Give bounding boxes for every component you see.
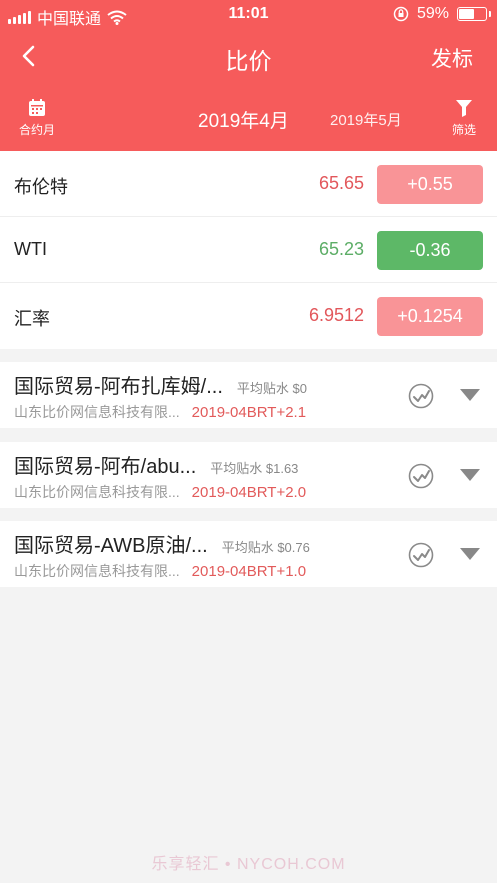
month-tabs: 合约月 2019年4月 2019年5月 筛选 — [0, 98, 497, 144]
price-formula: 2019-04BRT+2.0 — [191, 484, 307, 501]
filter-icon — [456, 100, 472, 117]
quote-price: 65.23 — [318, 239, 364, 259]
quote-name: 汇率 — [14, 309, 50, 329]
tab-next-month[interactable]: 2019年5月 — [330, 109, 402, 130]
listing-title: 国际贸易-阿布扎库姆/... — [14, 376, 223, 398]
average-premium: 平均贴水 $0 — [236, 381, 307, 396]
listing-card[interactable]: 国际贸易-AWB原油/... 平均贴水 $0.76 山东比价网信息科技有限...… — [0, 521, 497, 587]
header: 中国联通 11:01 59% 比价 发标 合约月 2019年4月 2019年5月… — [0, 0, 497, 151]
contract-month-button[interactable]: 合约月 — [12, 98, 62, 138]
watermark: 乐享轻汇 • NYCOH.COM — [151, 856, 346, 873]
average-premium: 平均贴水 $1.63 — [210, 461, 299, 476]
battery-icon — [457, 7, 491, 21]
listing-title: 国际贸易-阿布/abu... — [14, 456, 197, 478]
trend-check-icon[interactable] — [408, 542, 434, 568]
quote-change-badge: +0.55 — [377, 165, 483, 204]
status-right: 59% — [393, 5, 491, 23]
filter-label: 筛选 — [451, 123, 476, 137]
company-name: 山东比价网信息科技有限... — [14, 563, 180, 579]
nav-bar: 比价 发标 — [0, 36, 497, 76]
quote-name: WTI — [14, 239, 47, 259]
publish-button[interactable]: 发标 — [431, 43, 473, 73]
expand-arrow-icon[interactable] — [460, 469, 480, 481]
filter-button[interactable]: 筛选 — [447, 98, 481, 138]
average-premium: 平均贴水 $0.76 — [221, 540, 310, 555]
battery-percent: 59% — [416, 5, 449, 22]
quote-change-badge: -0.36 — [377, 231, 483, 270]
quote-name: 布伦特 — [14, 177, 68, 197]
company-name: 山东比价网信息科技有限... — [14, 484, 180, 500]
calendar-icon — [29, 99, 45, 116]
expand-arrow-icon[interactable] — [460, 389, 480, 401]
tab-active-month[interactable]: 2019年4月 — [198, 106, 289, 133]
listing-card[interactable]: 国际贸易-阿布/abu... 平均贴水 $1.63 山东比价网信息科技有限...… — [0, 442, 497, 508]
quote-row-brent[interactable]: 布伦特 65.65 +0.55 — [0, 151, 497, 217]
trend-check-icon[interactable] — [408, 383, 434, 409]
orientation-lock-icon — [393, 6, 409, 22]
page-title: 比价 — [225, 48, 272, 74]
price-formula: 2019-04BRT+1.0 — [191, 563, 307, 580]
expand-arrow-icon[interactable] — [460, 548, 480, 560]
status-bar: 中国联通 11:01 59% — [0, 0, 497, 30]
listing-title: 国际贸易-AWB原油/... — [14, 535, 208, 557]
company-name: 山东比价网信息科技有限... — [14, 404, 180, 420]
contract-month-label: 合约月 — [18, 123, 55, 137]
quote-list: 布伦特 65.65 +0.55 WTI 65.23 -0.36 汇率 6.951… — [0, 151, 497, 349]
quote-price: 6.9512 — [308, 305, 364, 325]
trend-check-icon[interactable] — [408, 463, 434, 489]
quote-price: 65.65 — [318, 173, 364, 193]
quote-row-wti[interactable]: WTI 65.23 -0.36 — [0, 217, 497, 283]
quote-change-badge: +0.1254 — [377, 297, 483, 336]
quote-row-exchange-rate[interactable]: 汇率 6.9512 +0.1254 — [0, 283, 497, 349]
listing-card[interactable]: 国际贸易-阿布扎库姆/... 平均贴水 $0 山东比价网信息科技有限... 20… — [0, 362, 497, 428]
price-formula: 2019-04BRT+2.1 — [191, 404, 307, 421]
